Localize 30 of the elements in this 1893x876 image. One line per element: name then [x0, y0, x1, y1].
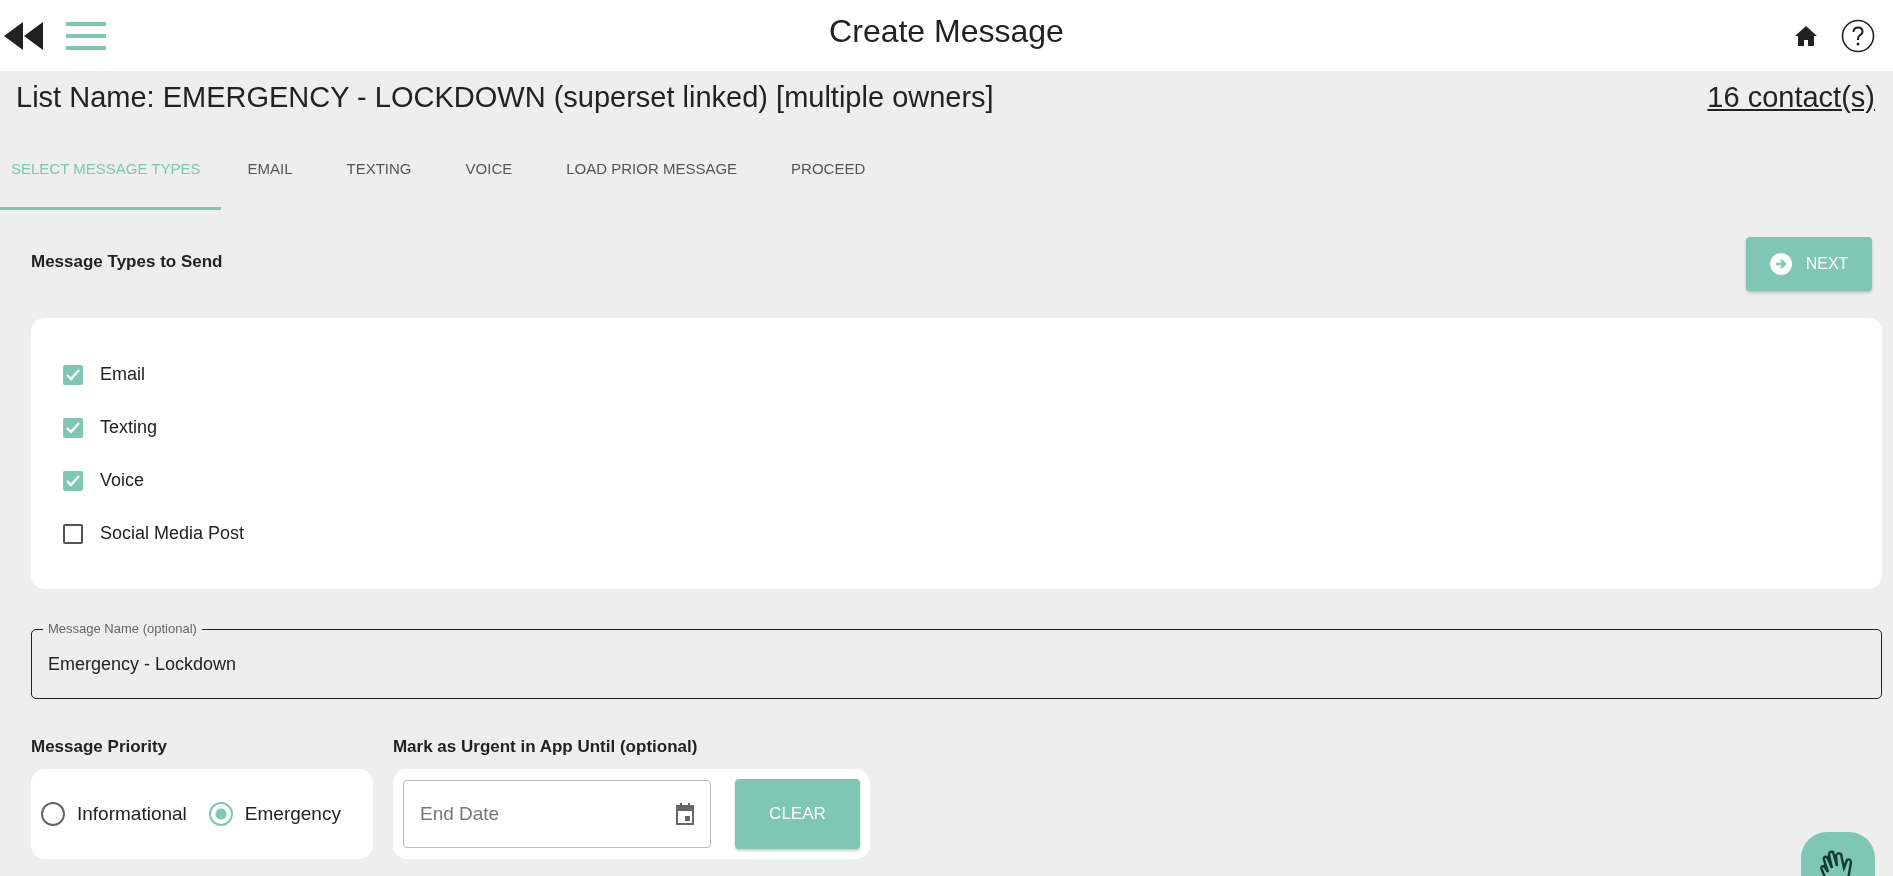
checkbox-label: Voice [100, 470, 145, 491]
checkbox[interactable] [63, 470, 83, 491]
section-heading: Message Types to Send [31, 252, 223, 272]
home-icon[interactable] [1795, 25, 1817, 46]
checkbox-label: Social Media Post [100, 523, 245, 544]
radio-label: Emergency [244, 803, 341, 825]
checkbox[interactable] [63, 523, 83, 544]
checkbox-label: Texting [100, 417, 158, 438]
checkbox[interactable] [63, 417, 83, 438]
radio-button[interactable] [41, 802, 65, 826]
radio-label: Informational [77, 803, 187, 825]
section-heading: Mark as Urgent in App Until (optional) [392, 737, 699, 757]
page-title: Create Message [829, 13, 1064, 50]
end-date-field[interactable]: End Date [402, 780, 711, 848]
arrow-circle-icon [1769, 253, 1792, 275]
contacts-link[interactable]: 16 contact(s) [1707, 80, 1875, 114]
rewind-icon[interactable] [4, 21, 44, 50]
calendar-icon[interactable] [674, 803, 695, 825]
list-name: List Name: EMERGENCY - LOCKDOWN (superset linked) [multiple owners] [16, 80, 994, 114]
field-label: Message Name (optional) [43, 621, 202, 637]
radio-button[interactable] [208, 802, 233, 826]
checkbox[interactable] [63, 364, 83, 385]
tab[interactable]: PROCEED [764, 148, 893, 210]
section-heading: Message Priority [31, 737, 169, 757]
checkbox-label: Email [100, 364, 145, 385]
tab[interactable]: TEXTING [319, 148, 439, 210]
tab[interactable]: VOICE [438, 148, 540, 210]
tab[interactable]: LOAD PRIOR MESSAGE [539, 148, 765, 210]
help-icon[interactable] [1841, 18, 1875, 53]
tab[interactable]: EMAIL [220, 148, 320, 210]
